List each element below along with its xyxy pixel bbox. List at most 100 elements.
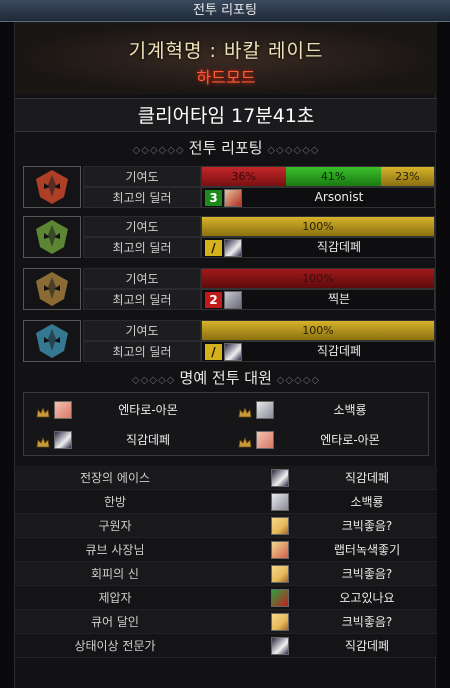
top-dealer-label: 최고의 딜러 xyxy=(83,289,201,310)
boss-block: 기여도 100% 최고의 딜러 / 직감데페 xyxy=(23,320,435,362)
contribution-row: 기여도 100% xyxy=(83,268,435,289)
top-dealer: 2 찍븐 xyxy=(201,289,435,310)
title-award-row: 큐브 사장님 랩터녹색좋기 xyxy=(15,538,437,562)
award-player-name[interactable]: 직감데페 xyxy=(297,634,437,658)
award-title: 상태이상 전문가 xyxy=(74,639,156,653)
contribution-bar: 100% xyxy=(201,268,435,289)
heading-ornament-icon: ◇◇◇◇◇ xyxy=(131,375,180,386)
award-title: 큐어 달인 xyxy=(91,615,139,629)
avatar[interactable] xyxy=(271,469,289,487)
avatar[interactable] xyxy=(224,343,242,361)
boss-portrait[interactable] xyxy=(23,216,81,258)
top-dealer: 3 Arsonist xyxy=(201,187,435,208)
contribution-bar: 100% xyxy=(201,320,435,341)
rank-badge-icon: 2 xyxy=(205,292,222,308)
avatar[interactable] xyxy=(271,493,289,511)
title-award-row: 한방 소백룡 xyxy=(15,490,437,514)
rank-badge-icon: / xyxy=(205,240,222,256)
contribution-percent: 36% xyxy=(231,170,256,183)
avatar[interactable] xyxy=(271,565,289,583)
crown-icon xyxy=(36,434,50,448)
rank-badge-icon: / xyxy=(205,344,222,360)
boss-portrait[interactable] xyxy=(23,268,81,310)
boss-block: 기여도 36% 41% 23% 최고의 딜러 3 Arsonist xyxy=(23,166,435,208)
title-awards-list: 전장의 에이스 직감데페 한방 소백룡 구원자 크빅좋음? 큐브 사장님 랩터녹색좋기 회피의 … xyxy=(15,466,437,658)
contribution-segment: 36% xyxy=(202,167,286,186)
honor-member[interactable]: 엔타로-아몬 xyxy=(226,425,428,455)
top-dealer-name[interactable]: 직감데페 xyxy=(242,342,436,361)
honor-member[interactable]: 직감데페 xyxy=(24,425,226,455)
top-dealer-name[interactable]: Arsonist xyxy=(242,188,436,207)
award-player-name[interactable]: 직감데페 xyxy=(297,466,437,490)
contribution-segment: 100% xyxy=(202,321,434,340)
rank-badge-icon: 3 xyxy=(205,190,222,206)
avatar[interactable] xyxy=(224,239,242,257)
honor-title: 명예 전투 대원 xyxy=(179,369,272,387)
award-player-name[interactable]: 소백룡 xyxy=(297,490,437,514)
boss-portrait[interactable] xyxy=(23,166,81,208)
contribution-bar: 100% xyxy=(201,216,435,237)
avatar[interactable] xyxy=(271,589,289,607)
battle-report-title: 전투 리포팅 xyxy=(188,139,263,157)
boss-mask-icon xyxy=(24,217,80,257)
award-player-name[interactable]: 랩터녹색좋기 xyxy=(297,538,437,562)
title-award-row: 구원자 크빅좋음? xyxy=(15,514,437,538)
honor-members: 엔타로-아몬 소백룡직감데페 엔타로-아몬 xyxy=(23,392,429,456)
contribution-row: 기여도 100% xyxy=(83,320,435,341)
boss-block: 기여도 100% 최고의 딜러 2 찍븐 xyxy=(23,268,435,310)
contribution-percent: 23% xyxy=(395,170,420,183)
crown-icon xyxy=(238,434,252,448)
contribution-row: 기여도 36% 41% 23% xyxy=(83,166,435,187)
honor-member[interactable]: 엔타로-아몬 xyxy=(24,395,226,425)
award-title: 한방 xyxy=(103,495,127,509)
battle-report-panel: 기계혁명 : 바칼 레이드 하드모드 클리어타임 17분41초 ◇◇◇◇◇◇ 전… xyxy=(14,22,437,688)
top-dealer-row: 최고의 딜러 3 Arsonist xyxy=(83,187,435,208)
honor-member[interactable]: 소백룡 xyxy=(226,395,428,425)
boss-portrait[interactable] xyxy=(23,320,81,362)
title-award-row: 상태이상 전문가 직감데페 xyxy=(15,634,437,658)
honor-heading: ◇◇◇◇◇ 명예 전투 대원 ◇◇◇◇◇ xyxy=(15,366,437,390)
avatar[interactable] xyxy=(224,189,242,207)
award-player-name[interactable]: 오고있나요 xyxy=(297,586,437,610)
contribution-segment: 100% xyxy=(202,269,434,288)
battle-report-heading: ◇◇◇◇◇◇ 전투 리포팅 ◇◇◇◇◇◇ xyxy=(15,136,437,160)
boss-mask-icon xyxy=(24,167,80,207)
contribution-percent: 100% xyxy=(302,272,334,285)
top-dealer-row: 최고의 딜러 / 직감데페 xyxy=(83,237,435,258)
top-dealer-name[interactable]: 찍븐 xyxy=(242,290,436,309)
top-dealer-name[interactable]: 직감데페 xyxy=(242,238,436,257)
honor-member-name: 직감데페 xyxy=(125,433,171,447)
avatar[interactable] xyxy=(271,613,289,631)
boss-block: 기여도 100% 최고의 딜러 / 직감데페 xyxy=(23,216,435,258)
contribution-percent: 100% xyxy=(302,220,334,233)
avatar[interactable] xyxy=(271,517,289,535)
award-player-name[interactable]: 크빅좋음? xyxy=(297,610,437,634)
avatar[interactable] xyxy=(224,291,242,309)
window-titlebar: 전투 리포팅 xyxy=(0,0,450,22)
raid-mode: 하드모드 xyxy=(196,68,256,87)
honor-member-name: 엔타로-아몬 xyxy=(320,433,380,447)
top-dealer: / 직감데페 xyxy=(201,341,435,362)
contribution-label: 기여도 xyxy=(83,166,201,187)
top-dealer: / 직감데페 xyxy=(201,237,435,258)
award-title: 회피의 신 xyxy=(91,567,139,581)
contribution-percent: 41% xyxy=(320,170,346,183)
raid-header: 기계혁명 : 바칼 레이드 하드모드 xyxy=(15,22,437,94)
contribution-label: 기여도 xyxy=(83,320,201,341)
contribution-label: 기여도 xyxy=(83,268,201,289)
contribution-segment: 41% xyxy=(285,167,381,186)
contribution-percent: 100% xyxy=(302,324,334,337)
award-player-name[interactable]: 크빅좋음? xyxy=(297,514,437,538)
avatar xyxy=(256,431,274,449)
award-player-name[interactable]: 크빅좋음? xyxy=(297,562,437,586)
avatar[interactable] xyxy=(271,541,289,559)
title-award-row: 큐어 달인 크빅좋음? xyxy=(15,610,437,634)
avatar[interactable] xyxy=(271,637,289,655)
boss-mask-icon xyxy=(24,321,80,361)
avatar xyxy=(54,431,72,449)
title-award-row: 제압자 오고있나요 xyxy=(15,586,437,610)
award-title: 전장의 에이스 xyxy=(79,471,151,485)
honor-member-name: 소백룡 xyxy=(333,403,367,417)
heading-ornament-icon: ◇◇◇◇◇ xyxy=(276,375,321,386)
contribution-row: 기여도 100% xyxy=(83,216,435,237)
